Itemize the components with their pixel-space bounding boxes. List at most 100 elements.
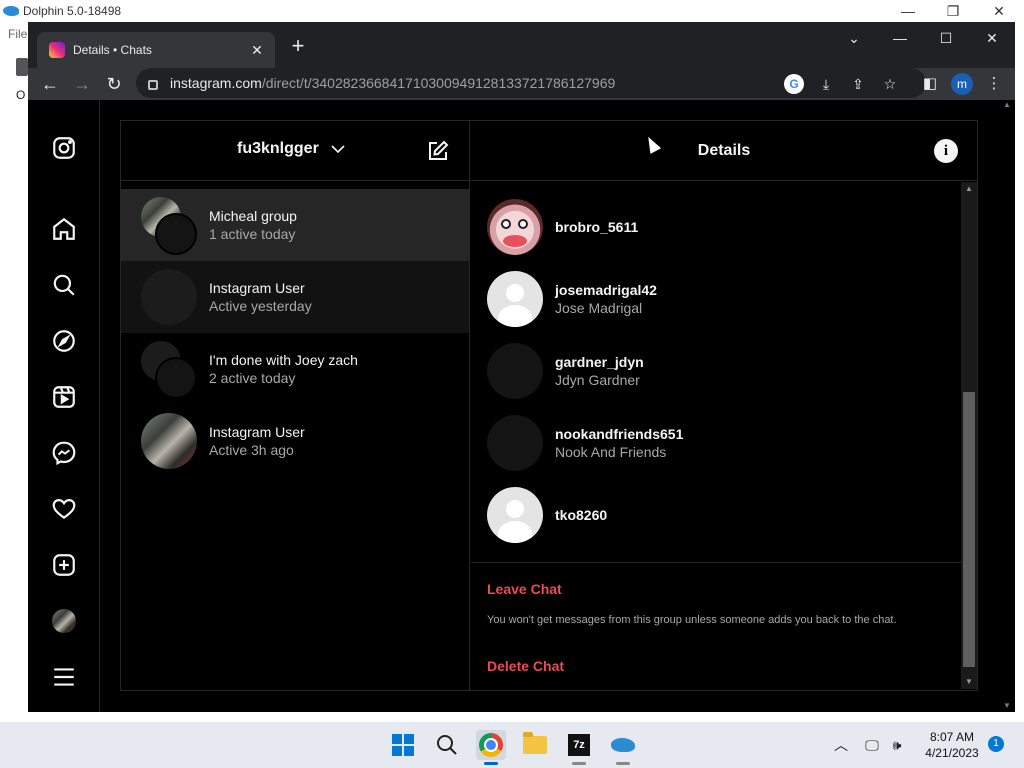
- details-scrollbar[interactable]: ▲ ▼: [961, 182, 977, 689]
- details-header: Details i: [471, 121, 977, 181]
- member-row[interactable]: gardner_jdyn Jdyn Gardner: [471, 335, 961, 407]
- thread-item[interactable]: Instagram User Active yesterday: [121, 261, 469, 333]
- lock-icon[interactable]: [148, 80, 158, 90]
- member-row[interactable]: tko8260: [471, 479, 961, 551]
- search-icon[interactable]: [50, 271, 78, 299]
- member-row[interactable]: josemadrigal42 Jose Madrigal: [471, 263, 961, 335]
- dolphin-maximize-button[interactable]: ❐: [933, 0, 973, 22]
- thread-status: 2 active today: [209, 370, 296, 386]
- leave-chat-note: You won't get messages from this group u…: [487, 614, 897, 626]
- new-message-icon[interactable]: [426, 139, 450, 163]
- show-hidden-icons-chevron-icon[interactable]: ︿: [830, 722, 852, 768]
- leave-chat-button[interactable]: Leave Chat: [487, 581, 562, 597]
- thread-item[interactable]: Instagram User Active 3h ago: [121, 405, 469, 477]
- explore-compass-icon[interactable]: [50, 327, 78, 355]
- thread-status: Active 3h ago: [209, 442, 294, 458]
- google-lens-icon[interactable]: G: [784, 74, 804, 94]
- close-window-button[interactable]: ✕: [969, 24, 1015, 52]
- instagram-favicon-icon: [49, 42, 65, 58]
- install-app-icon[interactable]: ⤓: [816, 74, 836, 94]
- chrome-icon: [479, 733, 503, 757]
- taskbar-dolphin[interactable]: [608, 730, 638, 765]
- scrollbar-thumb[interactable]: [963, 392, 975, 667]
- url-text[interactable]: instagram.com/direct/t/34028236684171030…: [170, 75, 615, 91]
- volume-icon[interactable]: 🕪: [886, 722, 908, 768]
- maximize-button[interactable]: ☐: [923, 24, 969, 52]
- thread-list-pane: fu3knlgger Micheal group 1 active today: [121, 121, 470, 690]
- reload-button[interactable]: ↻: [100, 70, 128, 98]
- tab-close-icon[interactable]: ✕: [247, 40, 267, 60]
- member-username: tko8260: [555, 507, 608, 523]
- page-scroll-up-icon[interactable]: ▲: [999, 100, 1015, 109]
- taskbar-search-button[interactable]: [432, 730, 462, 760]
- profile-avatar-nav[interactable]: [50, 607, 78, 635]
- thread-item[interactable]: Micheal group 1 active today: [121, 189, 469, 261]
- thread-name: Micheal group: [209, 208, 297, 224]
- tab-strip: Details • Chats ✕ + ⌄ — ☐ ✕: [28, 22, 1015, 68]
- windows-taskbar: 7z ︿ 🖵 🕪 8:07 AM 4/21/2023 1: [0, 722, 1024, 768]
- member-username: brobro_5611: [555, 219, 639, 235]
- dolphin-file-menu[interactable]: File: [8, 27, 27, 41]
- running-indicator: [616, 762, 630, 765]
- network-icon[interactable]: 🖵: [860, 722, 884, 768]
- page-scrollbar[interactable]: ▲ ▼: [999, 100, 1015, 712]
- member-row[interactable]: brobro_5611: [471, 191, 961, 263]
- address-bar[interactable]: instagram.com/direct/t/34028236684171030…: [136, 68, 926, 98]
- more-menu-icon[interactable]: [50, 663, 78, 691]
- avatar-placeholder: [141, 269, 197, 325]
- taskbar-chrome[interactable]: [476, 730, 506, 765]
- member-row[interactable]: nookandfriends651 Nook And Friends: [471, 407, 961, 479]
- member-username: josemadrigal42: [555, 282, 657, 298]
- thread-status: 1 active today: [209, 226, 296, 242]
- dolphin-toolbar-button[interactable]: [16, 58, 28, 76]
- back-button[interactable]: ←: [36, 70, 64, 98]
- messenger-icon[interactable]: [50, 439, 78, 467]
- scroll-up-arrow-icon[interactable]: ▲: [961, 182, 977, 196]
- member-avatar: [487, 415, 543, 471]
- reels-icon[interactable]: [50, 383, 78, 411]
- thread-item[interactable]: I'm done with Joey zach 2 active today: [121, 333, 469, 405]
- user-avatar: [141, 413, 197, 469]
- menu-kebab-icon[interactable]: ⋮: [982, 72, 1006, 96]
- taskbar-file-explorer[interactable]: [520, 730, 550, 760]
- tab-search-button[interactable]: ⌄: [831, 24, 877, 52]
- forward-button[interactable]: →: [68, 70, 96, 98]
- account-switcher[interactable]: fu3knlgger: [237, 140, 347, 158]
- home-icon[interactable]: [50, 215, 78, 243]
- tab-title: Details • Chats: [73, 43, 152, 57]
- default-avatar-body: [498, 521, 532, 543]
- notification-badge[interactable]: 1: [988, 736, 1004, 752]
- scroll-down-arrow-icon[interactable]: ▼: [961, 675, 977, 689]
- dolphin-right-edge: [1015, 22, 1024, 722]
- start-button[interactable]: [388, 730, 418, 760]
- avatar-nose: [503, 235, 527, 247]
- tab-details-chats[interactable]: Details • Chats ✕: [37, 32, 275, 68]
- profile-avatar[interactable]: m: [951, 73, 973, 95]
- url-host: instagram.com: [170, 75, 262, 91]
- dolphin-close-button[interactable]: ✕: [979, 0, 1019, 22]
- dolphin-minimize-button[interactable]: —: [888, 0, 928, 22]
- folder-icon: [523, 732, 547, 754]
- instagram-logo-icon[interactable]: [50, 134, 78, 162]
- clock-time: 8:07 AM: [929, 730, 975, 744]
- new-tab-button[interactable]: +: [286, 35, 310, 59]
- dolphin-title-bar: Dolphin 5.0-18498 — ❐ ✕: [0, 0, 1024, 22]
- side-panel-icon[interactable]: ◧: [918, 72, 942, 96]
- member-username: gardner_jdyn: [555, 354, 644, 370]
- instagram-page: fu3knlgger Micheal group 1 active today: [28, 100, 1015, 712]
- page-scroll-down-icon[interactable]: ▼: [999, 701, 1015, 710]
- chrome-window: Details • Chats ✕ + ⌄ — ☐ ✕ ← → ↻ instag…: [28, 22, 1015, 712]
- share-icon[interactable]: ⇪: [848, 74, 868, 94]
- taskbar-7zip[interactable]: 7z: [564, 730, 594, 765]
- group-avatar: [141, 341, 197, 399]
- create-plus-icon[interactable]: [50, 551, 78, 579]
- notifications-heart-icon[interactable]: [50, 495, 78, 523]
- taskbar-clock[interactable]: 8:07 AM 4/21/2023: [915, 729, 989, 761]
- delete-chat-button[interactable]: Delete Chat: [487, 658, 564, 674]
- bookmark-star-icon[interactable]: ☆: [880, 74, 900, 94]
- details-pane: Details i brobro_5611 josemadrigal42 Jos…: [471, 121, 977, 690]
- inbox-header: fu3knlgger: [121, 121, 469, 181]
- minimize-button[interactable]: —: [877, 24, 923, 52]
- windows-logo-icon: [392, 734, 414, 756]
- info-icon[interactable]: i: [934, 139, 958, 163]
